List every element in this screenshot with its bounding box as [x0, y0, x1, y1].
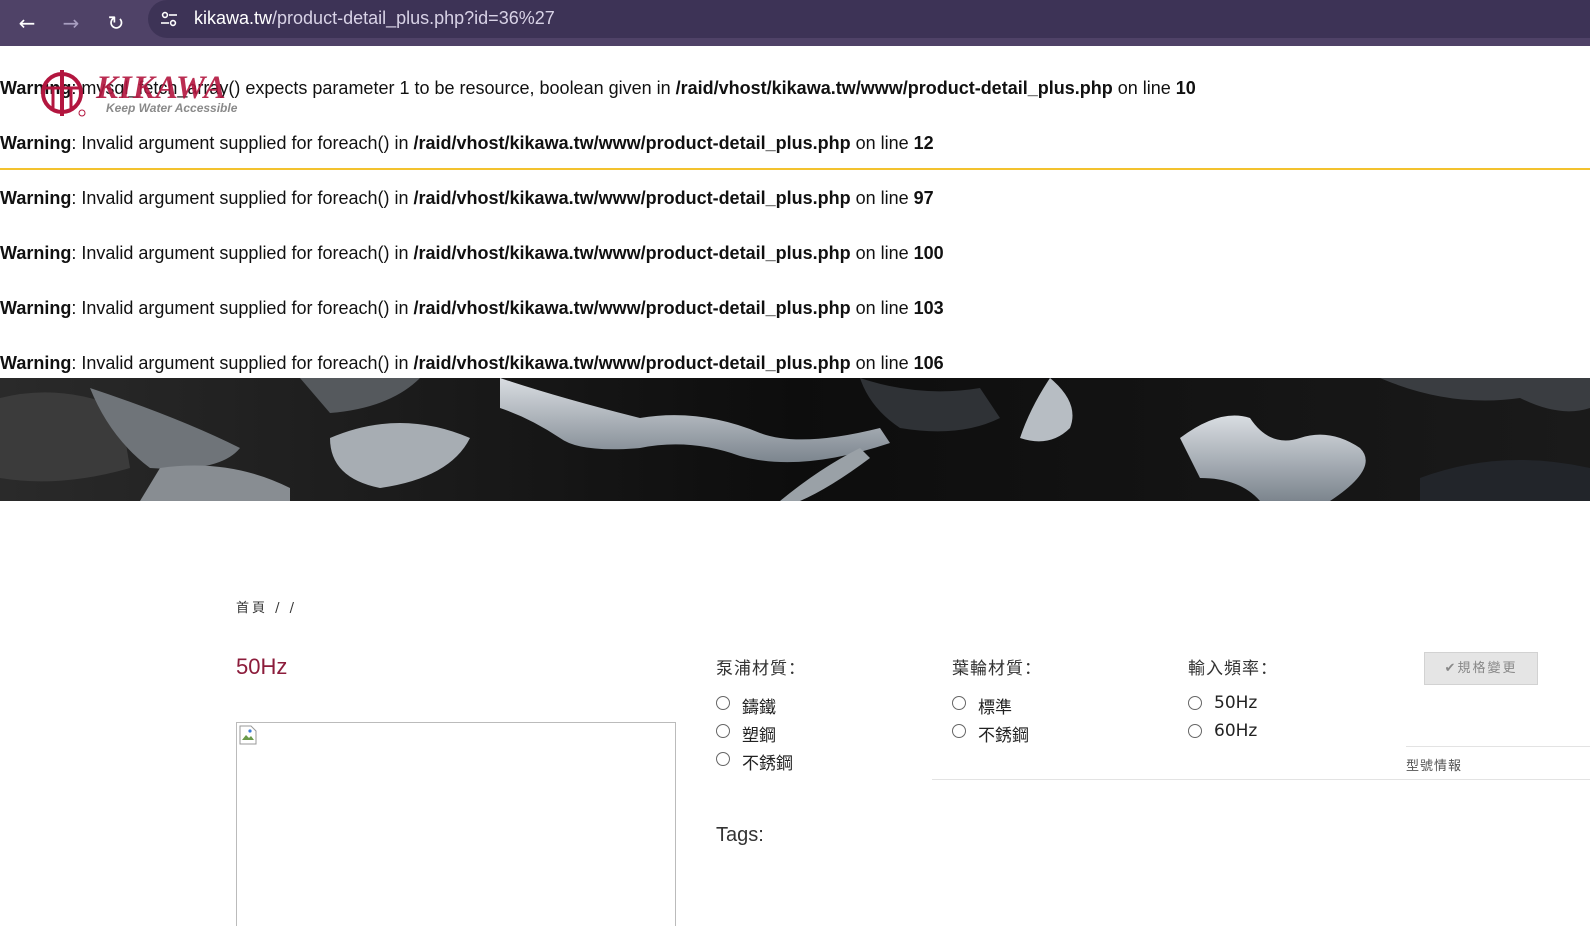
url-text[interactable]: kikawa.tw/product-detail_plus.php?id=36%… — [194, 8, 555, 29]
reload-button[interactable]: ↻ — [99, 6, 133, 40]
hero-banner — [0, 378, 1590, 501]
impeller-material-title: 葉輪材質： — [952, 659, 1042, 679]
product-title: 50Hz — [236, 654, 288, 679]
radio-button[interactable] — [952, 696, 966, 710]
impeller-material-group: 葉輪材質： 標準 不銹鋼 — [952, 654, 1042, 749]
warning-line: Warning: Invalid argument supplied for f… — [0, 243, 944, 263]
broken-image-icon — [239, 725, 257, 745]
reload-icon: ↻ — [107, 11, 125, 35]
warning-line: Warning: Invalid argument supplied for f… — [0, 353, 944, 373]
pump-material-option[interactable]: 不銹鋼 — [716, 749, 806, 777]
pump-material-group: 泵浦材質： 鑄鐵 塑鋼 不銹鋼 — [716, 654, 806, 777]
url-path: /product-detail_plus.php?id=36%27 — [272, 8, 555, 28]
warning-line: Warning: Invalid argument supplied for f… — [0, 298, 944, 318]
radio-button[interactable] — [1188, 696, 1202, 710]
kikawa-emblem-icon — [41, 70, 86, 117]
header-divider — [0, 168, 1590, 170]
pump-material-option[interactable]: 鑄鐵 — [716, 693, 806, 721]
radio-button[interactable] — [1188, 724, 1202, 738]
browser-toolbar: ← → ↻ kikawa.tw/product-detail_plus.php?… — [0, 0, 1590, 46]
logo-tagline: Keep Water Accessible — [106, 101, 238, 115]
radio-button[interactable] — [716, 724, 730, 738]
forward-button[interactable]: → — [54, 6, 88, 40]
impeller-material-option[interactable]: 不銹鋼 — [952, 721, 1042, 749]
radio-button[interactable] — [716, 696, 730, 710]
tags-label: Tags: — [716, 824, 764, 846]
frequency-option[interactable]: 50Hz — [1188, 693, 1278, 721]
product-image — [236, 722, 676, 926]
warning-line: Warning: Invalid argument supplied for f… — [0, 133, 934, 153]
radio-button[interactable] — [716, 752, 730, 766]
frequency-title: 輸入頻率： — [1188, 659, 1278, 679]
frequency-group: 輸入頻率： 50Hz 60Hz — [1188, 654, 1278, 749]
warning-line: Warning: Invalid argument supplied for f… — [0, 188, 934, 208]
address-bar[interactable]: kikawa.tw/product-detail_plus.php?id=36%… — [148, 0, 1590, 38]
back-button[interactable]: ← — [10, 6, 44, 40]
site-logo[interactable]: KIKAWA Keep Water Accessible — [40, 68, 250, 120]
spec-change-button[interactable]: ✔規格變更 — [1424, 652, 1538, 685]
frequency-option[interactable]: 60Hz — [1188, 721, 1278, 749]
url-host: kikawa.tw — [194, 8, 273, 28]
radio-button[interactable] — [952, 724, 966, 738]
breadcrumb[interactable]: 首頁 / / — [236, 597, 297, 616]
pump-material-title: 泵浦材質： — [716, 659, 806, 679]
check-icon: ✔ — [1444, 661, 1458, 676]
impeller-material-option[interactable]: 標準 — [952, 693, 1042, 721]
model-info-tab[interactable]: 型號情報 — [1406, 755, 1462, 774]
pump-material-option[interactable]: 塑鋼 — [716, 721, 806, 749]
site-info-icon[interactable] — [158, 8, 180, 30]
spec-change-label: 規格變更 — [1457, 661, 1518, 676]
banner-image — [0, 378, 1590, 501]
model-info-divider — [1406, 746, 1590, 747]
forward-arrow-icon: → — [62, 11, 80, 35]
back-arrow-icon: ← — [18, 11, 36, 35]
options-divider — [932, 779, 1590, 780]
